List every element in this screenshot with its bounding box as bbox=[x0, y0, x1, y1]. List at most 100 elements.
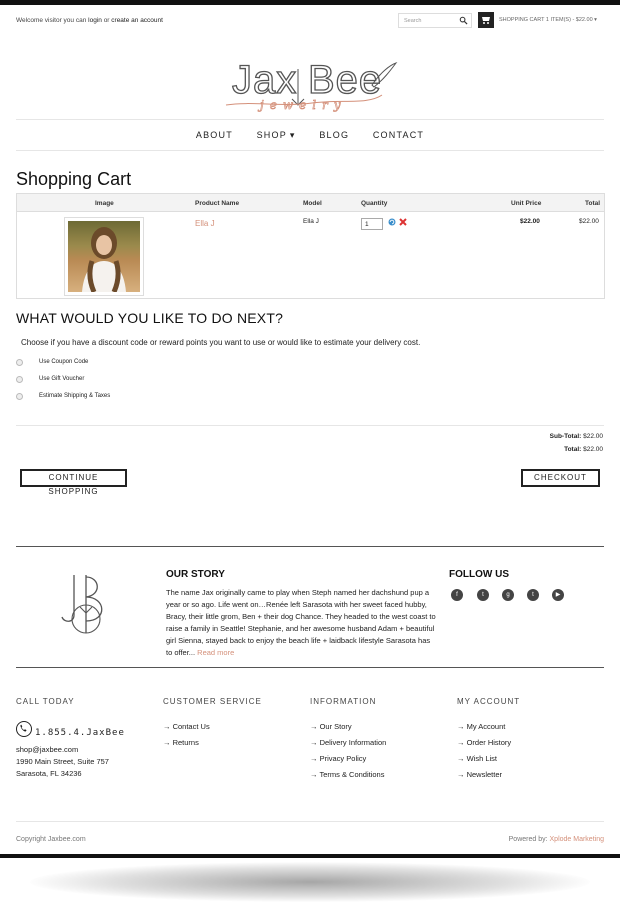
nav-divider-bottom bbox=[16, 150, 604, 151]
arrow-right-icon: → bbox=[163, 738, 173, 747]
powered-by-label: Powered by: bbox=[508, 836, 548, 843]
arrow-right-icon: → bbox=[457, 770, 467, 779]
cart-summary-text: SHOPPING CART 1 ITEM(S) - $22.00 bbox=[499, 17, 593, 23]
footer-link-our-story[interactable]: → Our Story bbox=[310, 722, 352, 731]
youtube-icon[interactable]: ▶ bbox=[552, 589, 564, 601]
product-photo bbox=[68, 221, 140, 292]
footer-link-label: Newsletter bbox=[466, 770, 503, 779]
quantity-input[interactable]: 1 bbox=[361, 218, 383, 230]
cart-button[interactable] bbox=[478, 12, 494, 28]
my-account-title: MY ACCOUNT bbox=[457, 697, 521, 706]
our-story-text: The name Jax originally came to play whe… bbox=[166, 587, 436, 659]
totals-divider bbox=[16, 425, 604, 426]
address-line-1: 1990 Main Street, Suite 757 bbox=[16, 757, 109, 766]
main-nav: ABOUT SHOP ▾ BLOG CONTACT bbox=[0, 130, 620, 141]
footer-divider-mid bbox=[16, 667, 604, 668]
next-steps-title: WHAT WOULD YOU LIKE TO DO NEXT? bbox=[16, 310, 284, 326]
arrow-right-icon: → bbox=[310, 738, 320, 747]
footer-link-label: Delivery Information bbox=[319, 738, 387, 747]
phone-icon bbox=[16, 721, 32, 737]
monogram-logo bbox=[61, 575, 103, 634]
footer-link-newsletter[interactable]: → Newsletter bbox=[457, 770, 502, 779]
page-title: Shopping Cart bbox=[16, 169, 132, 189]
search-placeholder: Search bbox=[404, 18, 422, 24]
nav-contact[interactable]: CONTACT bbox=[373, 130, 424, 140]
footer-link-label: My Account bbox=[466, 722, 506, 731]
footer-link-my-account[interactable]: → My Account bbox=[457, 722, 505, 731]
footer-divider-bottom bbox=[16, 821, 604, 822]
create-account-link[interactable]: create an account bbox=[111, 17, 163, 24]
customer-service-title: CUSTOMER SERVICE bbox=[163, 697, 262, 706]
voucher-label: Use Gift Voucher bbox=[39, 376, 85, 382]
footer-link-label: Contact Us bbox=[172, 722, 210, 731]
powered-by-link[interactable]: Xplode Marketing bbox=[550, 836, 604, 843]
our-story-body: The name Jax originally came to play whe… bbox=[166, 588, 436, 657]
footer-link-delivery[interactable]: → Delivery Information bbox=[310, 738, 386, 747]
arrow-right-icon: → bbox=[310, 722, 320, 731]
tumblr-icon[interactable]: t bbox=[527, 589, 539, 601]
product-photo-figure bbox=[82, 227, 126, 292]
subtotal-row: Sub-Total: $22.00 bbox=[550, 433, 603, 440]
coupon-label: Use Coupon Code bbox=[39, 359, 89, 365]
checkout-button[interactable]: CHECKOUT bbox=[521, 469, 600, 487]
col-quantity: Quantity bbox=[361, 200, 388, 207]
svg-text:jewelry: jewelry bbox=[257, 98, 347, 112]
facebook-icon[interactable]: f bbox=[451, 589, 463, 601]
page-shadow bbox=[30, 862, 590, 902]
continue-shopping-button[interactable]: CONTINUE SHOPPING bbox=[20, 469, 127, 496]
search-icon[interactable] bbox=[459, 16, 468, 25]
footer-link-label: Wish List bbox=[466, 754, 498, 763]
arrow-right-icon: → bbox=[457, 722, 467, 731]
next-steps-description: Choose if you have a discount code or re… bbox=[21, 338, 421, 347]
arrow-right-icon: → bbox=[163, 722, 173, 731]
nav-blog[interactable]: BLOG bbox=[319, 130, 349, 140]
page: Welcome visitor you can login or create … bbox=[0, 0, 620, 858]
col-total: Total bbox=[585, 200, 601, 207]
nav-shop-label: SHOP bbox=[256, 130, 287, 140]
cart-icon bbox=[482, 17, 490, 24]
subtotal-label: Sub-Total: bbox=[549, 433, 582, 440]
line-total: $22.00 bbox=[579, 218, 599, 225]
footer-link-returns[interactable]: → Returns bbox=[163, 738, 199, 747]
footer-link-wish-list[interactable]: → Wish List bbox=[457, 754, 497, 763]
top-bar: Welcome visitor you can login or create … bbox=[16, 10, 604, 30]
twitter-icon[interactable]: t bbox=[477, 589, 489, 601]
caret-down-icon: ▾ bbox=[289, 130, 296, 140]
nav-shop[interactable]: SHOP ▾ bbox=[257, 130, 296, 141]
coupon-radio[interactable] bbox=[16, 359, 23, 366]
refresh-icon[interactable] bbox=[388, 218, 396, 226]
login-link[interactable]: login bbox=[88, 17, 102, 24]
nav-about[interactable]: ABOUT bbox=[196, 130, 233, 140]
total-label: Total: bbox=[564, 446, 582, 453]
email-link[interactable]: shop@jaxbee.com bbox=[16, 745, 78, 754]
footer-link-contact-us[interactable]: → Contact Us bbox=[163, 722, 210, 731]
col-model: Model bbox=[303, 200, 322, 207]
nav-divider-top bbox=[16, 119, 604, 120]
shipping-label: Estimate Shipping & Taxes bbox=[39, 393, 111, 399]
search-input[interactable]: Search bbox=[398, 13, 472, 28]
product-thumbnail[interactable] bbox=[64, 217, 144, 296]
read-more-link[interactable]: Read more bbox=[197, 648, 234, 657]
google-plus-icon[interactable]: g bbox=[502, 589, 514, 601]
phone-number[interactable]: 1.855.4.JaxBee bbox=[35, 728, 125, 738]
total-value: $22.00 bbox=[583, 446, 603, 453]
subtotal-value: $22.00 bbox=[583, 433, 603, 440]
footer-link-privacy[interactable]: → Privacy Policy bbox=[310, 754, 366, 763]
cart-summary[interactable]: SHOPPING CART 1 ITEM(S) - $22.00 ▾ bbox=[499, 17, 597, 23]
remove-icon[interactable] bbox=[399, 218, 407, 226]
footer-link-label: Our Story bbox=[319, 722, 352, 731]
col-product-name: Product Name bbox=[195, 200, 240, 207]
our-story-title: OUR STORY bbox=[166, 569, 225, 580]
footer-link-terms[interactable]: → Terms & Conditions bbox=[310, 770, 384, 779]
copyright-text: Copyright Jaxbee.com bbox=[16, 836, 86, 843]
logo[interactable]: Jax Bee jewelry bbox=[222, 45, 398, 119]
svg-text:Bee: Bee bbox=[308, 58, 382, 102]
cart-table: Image Product Name Model Quantity Unit P… bbox=[16, 193, 605, 299]
voucher-radio[interactable] bbox=[16, 376, 23, 383]
call-today-title: CALL TODAY bbox=[16, 697, 75, 706]
shipping-radio[interactable] bbox=[16, 393, 23, 400]
footer-link-order-history[interactable]: → Order History bbox=[457, 738, 511, 747]
cart-table-header: Image Product Name Model Quantity Unit P… bbox=[17, 194, 604, 212]
welcome-text: Welcome visitor you can login or create … bbox=[16, 17, 163, 24]
product-name-link[interactable]: Ella J bbox=[195, 219, 215, 228]
